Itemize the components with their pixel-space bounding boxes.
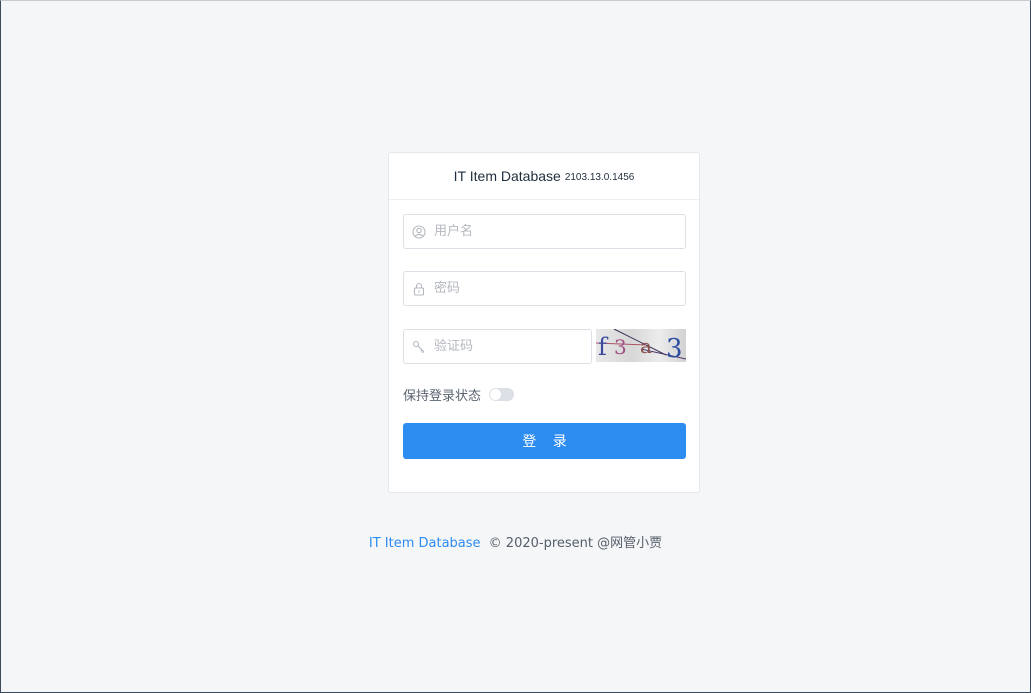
password-field[interactable] xyxy=(403,271,686,306)
svg-text:3: 3 xyxy=(614,335,627,359)
footer-copyright: © 2020-present @网管小贾 xyxy=(488,536,663,551)
svg-text:3: 3 xyxy=(666,334,683,362)
login-button[interactable]: 登 录 xyxy=(403,423,686,459)
toggle-knob xyxy=(490,389,502,400)
remember-toggle[interactable] xyxy=(489,388,515,401)
username-field[interactable] xyxy=(403,214,686,249)
remember-row: 保持登录状态 xyxy=(403,385,515,404)
captcha-field[interactable] xyxy=(403,329,604,364)
footer-link[interactable]: IT Item Database xyxy=(369,536,481,551)
app-title: IT Item Database xyxy=(453,168,561,184)
app-version: 2103.13.0.1456 xyxy=(564,171,635,183)
user-icon xyxy=(412,224,426,239)
card-header: IT Item Database 2103.13.0.1456 xyxy=(389,153,699,200)
password-input[interactable] xyxy=(434,272,685,305)
key-icon xyxy=(412,340,426,354)
username-input[interactable] xyxy=(434,215,685,248)
lock-icon xyxy=(412,282,426,296)
remember-label: 保持登录状态 xyxy=(403,389,482,404)
svg-text:a: a xyxy=(640,334,652,358)
login-card: IT Item Database 2103.13.0.1456 用户名 验证码 … xyxy=(388,152,700,493)
footer: IT Item Database © 2020-present @网管小贾 xyxy=(1,532,1030,551)
svg-text:f: f xyxy=(598,333,609,361)
captcha-input[interactable] xyxy=(434,330,604,363)
captcha-image[interactable]: f 3 a 3 xyxy=(596,329,686,362)
